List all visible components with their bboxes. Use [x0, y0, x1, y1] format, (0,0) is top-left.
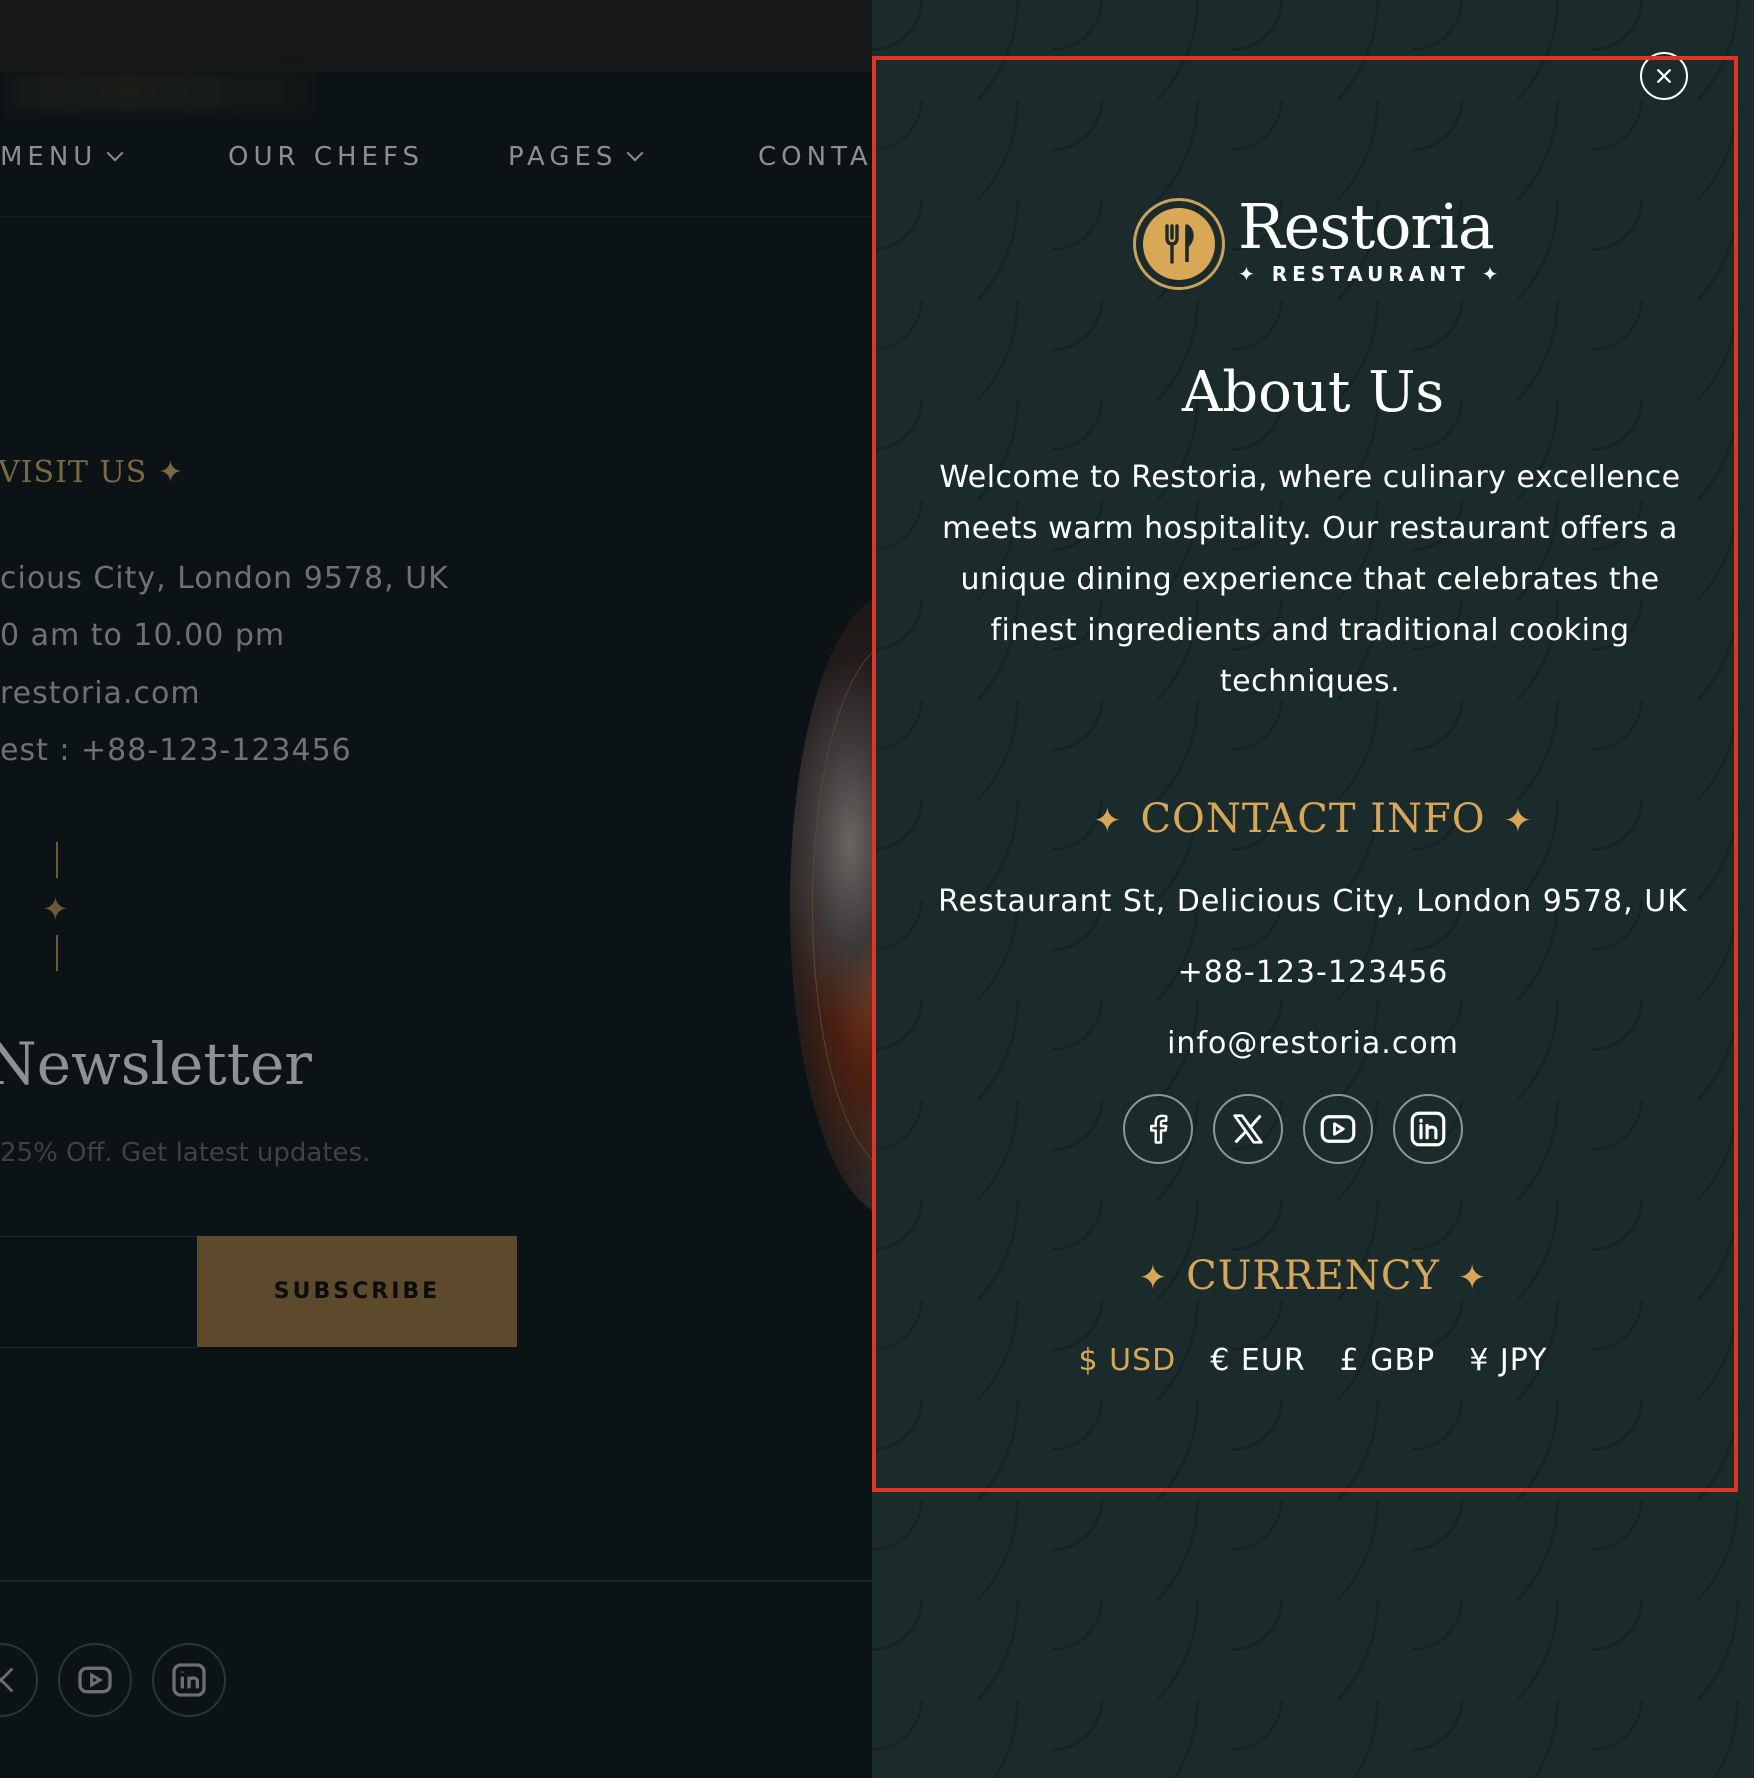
currency-heading: ✦ CURRENCY ✦ [872, 1253, 1754, 1299]
youtube-icon[interactable] [1303, 1094, 1373, 1164]
currency-title: CURRENCY [1186, 1253, 1440, 1299]
contact-email[interactable]: info@restoria.com [872, 1026, 1754, 1061]
visit-us-heading: VISIT US ✦ [0, 455, 184, 490]
contact-info-title: CONTACT INFO [1140, 796, 1486, 842]
visit-hours: 0 am to 10.00 pm [0, 618, 286, 653]
brand-name: Restoria [1238, 190, 1495, 263]
visit-address: cious City, London 9578, UK [0, 561, 449, 596]
facebook-icon[interactable] [1123, 1094, 1193, 1164]
footer-divider [0, 1580, 872, 1582]
star-icon: ✦ [42, 890, 69, 928]
star-icon: ✦ [1138, 1258, 1169, 1298]
x-icon[interactable] [1213, 1094, 1283, 1164]
youtube-icon[interactable] [58, 1643, 132, 1717]
nav-divider [0, 216, 872, 217]
visit-phone[interactable]: est : +88-123-123456 [0, 733, 352, 768]
nav-item-menu[interactable]: MENU [0, 142, 124, 172]
chevron-down-icon [106, 144, 124, 162]
about-text: Welcome to Restoria, where culinary exce… [939, 460, 1681, 699]
divider-line [56, 935, 58, 971]
currency-eur[interactable]: € EUR [1210, 1343, 1305, 1378]
about-title: About Us [1181, 360, 1445, 425]
x-icon[interactable] [0, 1643, 38, 1717]
currency-gbp[interactable]: £ GBP [1340, 1343, 1436, 1378]
newsletter-subtitle: 25% Off. Get latest updates. [0, 1138, 371, 1168]
currency-jpy[interactable]: ¥ JPY [1469, 1343, 1547, 1378]
nav-item-label: OUR CHEFS [228, 142, 424, 172]
nav-item-pages[interactable]: PAGES [508, 142, 644, 172]
star-icon: ✦ [1457, 1258, 1488, 1298]
currency-usd[interactable]: $ USD [1079, 1343, 1177, 1378]
divider-line [56, 842, 58, 878]
nav-item-contact[interactable]: CONTA [758, 142, 872, 172]
nav-item-label: PAGES [508, 142, 618, 172]
star-icon: ✦ [1092, 801, 1123, 841]
nav-item-our-chefs[interactable]: OUR CHEFS [228, 142, 424, 172]
background-page: MENU OUR CHEFS PAGES CONTA VISIT US ✦ ci… [0, 0, 872, 1778]
subscribe-button[interactable]: SUBSCRIBE [197, 1236, 517, 1347]
contact-address: Restaurant St, Delicious City, London 95… [938, 884, 1688, 919]
currency-switcher: $ USD € EUR £ GBP ¥ JPY [872, 1343, 1754, 1378]
fork-knife-icon [1133, 198, 1225, 290]
linkedin-icon[interactable] [152, 1643, 226, 1717]
brand-logo[interactable]: Restoria ✦ RESTAURANT ✦ [1133, 190, 1498, 296]
nav-item-label: CONTA [758, 142, 872, 172]
chevron-down-icon [626, 144, 644, 162]
contact-phone[interactable]: +88-123-123456 [872, 955, 1754, 990]
contact-info-heading: ✦ CONTACT INFO ✦ [872, 796, 1754, 842]
nav-item-label: MENU [0, 142, 98, 172]
close-icon [1656, 68, 1672, 84]
site-logo-blurred [10, 72, 310, 112]
close-button[interactable] [1640, 52, 1688, 100]
star-icon: ✦ [1503, 801, 1534, 841]
social-links [1123, 1094, 1463, 1164]
brand-subtitle: ✦ RESTAURANT ✦ [1238, 262, 1504, 286]
newsletter-title: Newsletter [0, 1030, 313, 1098]
top-bar [0, 0, 872, 72]
linkedin-icon[interactable] [1393, 1094, 1463, 1164]
newsletter-email-input[interactable] [0, 1236, 197, 1348]
visit-email[interactable]: restoria.com [0, 676, 201, 711]
